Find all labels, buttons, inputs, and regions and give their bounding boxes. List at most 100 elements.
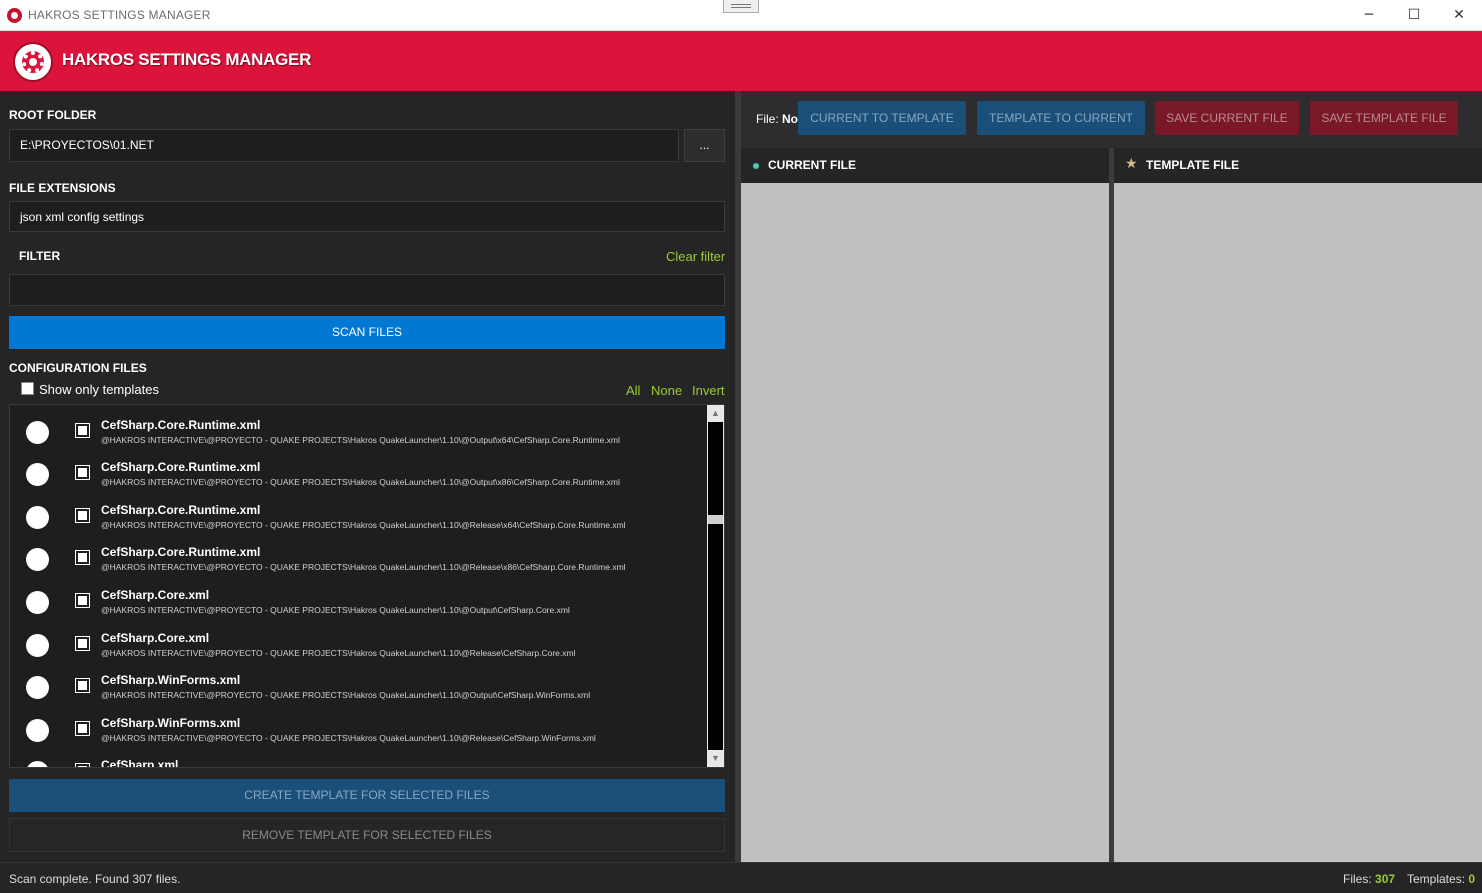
drag-handle-icon[interactable] bbox=[723, 0, 759, 13]
file-select-checkbox[interactable] bbox=[75, 721, 90, 736]
template-status-radio[interactable] bbox=[26, 676, 49, 699]
close-button[interactable]: ✕ bbox=[1436, 0, 1482, 30]
select-none-link[interactable]: None bbox=[651, 383, 682, 398]
list-item[interactable]: CefSharp.Core.Runtime.xml @HAKROS INTERA… bbox=[10, 451, 706, 494]
file-select-checkbox[interactable] bbox=[75, 508, 90, 523]
clear-filter-link[interactable]: Clear filter bbox=[666, 249, 725, 264]
current-file-editor[interactable] bbox=[741, 183, 1109, 862]
files-label: Files: bbox=[1343, 872, 1372, 886]
file-name: CefSharp.WinForms.xml bbox=[101, 673, 241, 687]
app-icon bbox=[7, 8, 22, 23]
list-item[interactable]: CefSharp.Core.Runtime.xml @HAKROS INTERA… bbox=[10, 409, 706, 452]
file-select-checkbox[interactable] bbox=[75, 423, 90, 438]
file-name: CefSharp.Core.Runtime.xml bbox=[101, 418, 261, 432]
list-item[interactable]: CefSharp.Core.Runtime.xml @HAKROS INTERA… bbox=[10, 536, 706, 579]
files-count: 307 bbox=[1375, 872, 1396, 886]
file-name: CefSharp.Core.Runtime.xml bbox=[101, 503, 261, 517]
current-file-dot-icon bbox=[753, 163, 759, 169]
remove-template-button[interactable]: REMOVE TEMPLATE FOR SELECTED FILES bbox=[9, 818, 725, 852]
scroll-down-arrow-icon[interactable]: ▼ bbox=[707, 750, 724, 767]
file-path: @HAKROS INTERACTIVE\@PROYECTO - QUAKE PR… bbox=[101, 477, 620, 487]
list-item[interactable]: CefSharp.WinForms.xml @HAKROS INTERACTIV… bbox=[10, 707, 706, 750]
template-file-title: TEMPLATE FILE bbox=[1146, 158, 1240, 172]
list-item[interactable]: CefSharp.Core.Runtime.xml @HAKROS INTERA… bbox=[10, 494, 706, 537]
file-extensions-input[interactable]: json xml config settings bbox=[9, 201, 725, 232]
file-name: CefSharp.Core.Runtime.xml bbox=[101, 460, 261, 474]
file-path: @HAKROS INTERACTIVE\@PROYECTO - QUAKE PR… bbox=[101, 733, 596, 743]
select-invert-link[interactable]: Invert bbox=[692, 383, 725, 398]
template-file-editor[interactable] bbox=[1114, 183, 1482, 862]
file-name: CefSharp.Core.xml bbox=[101, 588, 210, 602]
list-item[interactable]: CefSharp.WinForms.xml @HAKROS INTERACTIV… bbox=[10, 664, 706, 707]
file-select-checkbox[interactable] bbox=[75, 636, 90, 651]
maximize-button[interactable]: ☐ bbox=[1391, 0, 1437, 30]
scrollbar-thumb[interactable] bbox=[708, 515, 723, 524]
left-panel: ROOT FOLDER E:\PROYECTOS\01.NET ... FILE… bbox=[0, 91, 735, 862]
template-status-radio[interactable] bbox=[26, 719, 49, 742]
file-name: CefSharp.xml bbox=[101, 758, 179, 768]
list-item[interactable]: CefSharp.Core.xml @HAKROS INTERACTIVE\@P… bbox=[10, 579, 706, 622]
templates-count: 0 bbox=[1468, 872, 1476, 886]
window-titlebar: HAKROS SETTINGS MANAGER ─ ☐ ✕ bbox=[0, 0, 1482, 31]
template-file-header: ★ TEMPLATE FILE bbox=[1114, 148, 1482, 183]
file-select-checkbox[interactable] bbox=[75, 763, 90, 767]
list-item[interactable]: CefSharp.Core.xml @HAKROS INTERACTIVE\@P… bbox=[10, 622, 706, 665]
templates-count-status: Templates: 0 bbox=[1407, 872, 1475, 886]
file-path: @HAKROS INTERACTIVE\@PROYECTO - QUAKE PR… bbox=[101, 562, 626, 572]
configuration-files-label: CONFIGURATION FILES bbox=[9, 361, 147, 375]
gear-logo-icon bbox=[13, 42, 53, 82]
right-panel: File: No CURRENT TO TEMPLATE TEMPLATE TO… bbox=[741, 91, 1482, 862]
minimize-button[interactable]: ─ bbox=[1346, 0, 1392, 30]
file-value: No bbox=[782, 112, 799, 126]
file-list-scrollbar[interactable]: ▲ ▼ bbox=[707, 405, 724, 767]
template-status-radio[interactable] bbox=[26, 634, 49, 657]
template-status-radio[interactable] bbox=[26, 463, 49, 486]
current-file-header: CURRENT FILE bbox=[741, 148, 1109, 183]
file-path: @HAKROS INTERACTIVE\@PROYECTO - QUAKE PR… bbox=[101, 648, 576, 658]
scroll-up-arrow-icon[interactable]: ▲ bbox=[707, 405, 724, 422]
file-name: CefSharp.Core.xml bbox=[101, 631, 210, 645]
window-title: HAKROS SETTINGS MANAGER bbox=[28, 8, 211, 22]
status-message: Scan complete. Found 307 files. bbox=[9, 872, 181, 886]
create-template-button[interactable]: CREATE TEMPLATE FOR SELECTED FILES bbox=[9, 779, 725, 812]
file-select-checkbox[interactable] bbox=[75, 550, 90, 565]
status-bar: Scan complete. Found 307 files. Files: 3… bbox=[0, 862, 1482, 893]
file-path: @HAKROS INTERACTIVE\@PROYECTO - QUAKE PR… bbox=[101, 605, 570, 615]
file-name: CefSharp.Core.Runtime.xml bbox=[101, 545, 261, 559]
save-current-file-button[interactable]: SAVE CURRENT FILE bbox=[1155, 101, 1299, 135]
root-folder-input[interactable]: E:\PROYECTOS\01.NET bbox=[9, 129, 679, 162]
template-status-radio[interactable] bbox=[26, 506, 49, 529]
file-name: CefSharp.WinForms.xml bbox=[101, 716, 241, 730]
root-folder-label: ROOT FOLDER bbox=[9, 108, 97, 122]
template-status-radio[interactable] bbox=[26, 548, 49, 571]
files-count-status: Files: 307 bbox=[1343, 872, 1395, 886]
scan-files-button[interactable]: SCAN FILES bbox=[9, 316, 725, 349]
file-path: @HAKROS INTERACTIVE\@PROYECTO - QUAKE PR… bbox=[101, 435, 620, 445]
list-item[interactable]: CefSharp.xml bbox=[10, 749, 706, 768]
template-status-radio[interactable] bbox=[26, 591, 49, 614]
template-status-radio[interactable] bbox=[26, 761, 49, 767]
file-extensions-label: FILE EXTENSIONS bbox=[9, 181, 116, 195]
templates-label: Templates: bbox=[1407, 872, 1466, 886]
current-file-title: CURRENT FILE bbox=[768, 158, 856, 172]
show-only-templates-checkbox[interactable] bbox=[21, 382, 34, 395]
save-template-file-button[interactable]: SAVE TEMPLATE FILE bbox=[1310, 101, 1458, 135]
configuration-file-list[interactable]: CefSharp.Core.Runtime.xml @HAKROS INTERA… bbox=[9, 404, 725, 768]
current-file-indicator: File: No bbox=[756, 112, 798, 126]
app-brand-title: HAKROS SETTINGS MANAGER bbox=[62, 50, 312, 69]
scrollbar-track[interactable] bbox=[708, 422, 723, 750]
select-all-link[interactable]: All bbox=[626, 383, 640, 398]
current-to-template-button[interactable]: CURRENT TO TEMPLATE bbox=[798, 101, 966, 135]
filter-label: FILTER bbox=[19, 249, 61, 263]
template-to-current-button[interactable]: TEMPLATE TO CURRENT bbox=[977, 101, 1145, 135]
app-header: HAKROS SETTINGS MANAGER bbox=[0, 31, 1482, 91]
file-select-checkbox[interactable] bbox=[75, 678, 90, 693]
show-only-templates-label: Show only templates bbox=[39, 382, 159, 397]
template-status-radio[interactable] bbox=[26, 421, 49, 444]
file-path: @HAKROS INTERACTIVE\@PROYECTO - QUAKE PR… bbox=[101, 520, 626, 530]
star-icon: ★ bbox=[1125, 156, 1138, 172]
file-select-checkbox[interactable] bbox=[75, 593, 90, 608]
file-select-checkbox[interactable] bbox=[75, 465, 90, 480]
browse-folder-button[interactable]: ... bbox=[684, 129, 725, 162]
filter-input[interactable] bbox=[9, 274, 725, 306]
